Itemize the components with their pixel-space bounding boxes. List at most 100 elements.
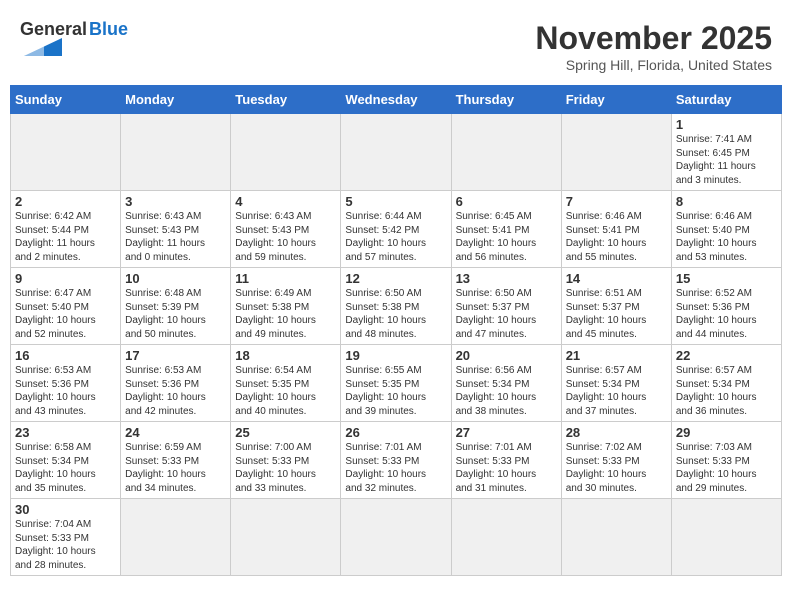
calendar-week-row: 30Sunrise: 7:04 AM Sunset: 5:33 PM Dayli… [11, 499, 782, 576]
calendar-cell: 19Sunrise: 6:55 AM Sunset: 5:35 PM Dayli… [341, 345, 451, 422]
day-info: Sunrise: 6:42 AM Sunset: 5:44 PM Dayligh… [15, 210, 116, 264]
day-info: Sunrise: 6:49 AM Sunset: 5:38 PM Dayligh… [235, 287, 336, 341]
day-info: Sunrise: 6:56 AM Sunset: 5:34 PM Dayligh… [456, 364, 557, 418]
day-number: 21 [566, 348, 667, 363]
calendar-cell: 1Sunrise: 7:41 AM Sunset: 6:45 PM Daylig… [671, 114, 781, 191]
calendar-cell: 13Sunrise: 6:50 AM Sunset: 5:37 PM Dayli… [451, 268, 561, 345]
day-info: Sunrise: 7:01 AM Sunset: 5:33 PM Dayligh… [345, 441, 446, 495]
day-info: Sunrise: 6:52 AM Sunset: 5:36 PM Dayligh… [676, 287, 777, 341]
calendar-cell: 8Sunrise: 6:46 AM Sunset: 5:40 PM Daylig… [671, 191, 781, 268]
calendar-cell: 4Sunrise: 6:43 AM Sunset: 5:43 PM Daylig… [231, 191, 341, 268]
day-number: 27 [456, 425, 557, 440]
day-number: 24 [125, 425, 226, 440]
column-header-wednesday: Wednesday [341, 86, 451, 114]
calendar-cell: 12Sunrise: 6:50 AM Sunset: 5:38 PM Dayli… [341, 268, 451, 345]
calendar: SundayMondayTuesdayWednesdayThursdayFrid… [10, 85, 782, 576]
day-info: Sunrise: 6:55 AM Sunset: 5:35 PM Dayligh… [345, 364, 446, 418]
calendar-header-row: SundayMondayTuesdayWednesdayThursdayFrid… [11, 86, 782, 114]
day-info: Sunrise: 7:00 AM Sunset: 5:33 PM Dayligh… [235, 441, 336, 495]
calendar-cell: 3Sunrise: 6:43 AM Sunset: 5:43 PM Daylig… [121, 191, 231, 268]
calendar-cell: 27Sunrise: 7:01 AM Sunset: 5:33 PM Dayli… [451, 422, 561, 499]
month-title: November 2025 [535, 20, 772, 57]
day-info: Sunrise: 6:47 AM Sunset: 5:40 PM Dayligh… [15, 287, 116, 341]
column-header-saturday: Saturday [671, 86, 781, 114]
day-info: Sunrise: 6:59 AM Sunset: 5:33 PM Dayligh… [125, 441, 226, 495]
day-number: 8 [676, 194, 777, 209]
day-info: Sunrise: 6:53 AM Sunset: 5:36 PM Dayligh… [15, 364, 116, 418]
calendar-cell: 18Sunrise: 6:54 AM Sunset: 5:35 PM Dayli… [231, 345, 341, 422]
day-info: Sunrise: 6:48 AM Sunset: 5:39 PM Dayligh… [125, 287, 226, 341]
day-number: 22 [676, 348, 777, 363]
calendar-cell [561, 499, 671, 576]
day-info: Sunrise: 6:51 AM Sunset: 5:37 PM Dayligh… [566, 287, 667, 341]
day-number: 25 [235, 425, 336, 440]
calendar-cell: 2Sunrise: 6:42 AM Sunset: 5:44 PM Daylig… [11, 191, 121, 268]
day-info: Sunrise: 7:01 AM Sunset: 5:33 PM Dayligh… [456, 441, 557, 495]
calendar-cell [341, 114, 451, 191]
calendar-cell [231, 114, 341, 191]
day-number: 2 [15, 194, 116, 209]
calendar-cell [121, 114, 231, 191]
day-info: Sunrise: 6:53 AM Sunset: 5:36 PM Dayligh… [125, 364, 226, 418]
day-info: Sunrise: 6:46 AM Sunset: 5:40 PM Dayligh… [676, 210, 777, 264]
day-number: 3 [125, 194, 226, 209]
calendar-cell [11, 114, 121, 191]
day-number: 5 [345, 194, 446, 209]
calendar-cell: 29Sunrise: 7:03 AM Sunset: 5:33 PM Dayli… [671, 422, 781, 499]
calendar-cell: 25Sunrise: 7:00 AM Sunset: 5:33 PM Dayli… [231, 422, 341, 499]
calendar-cell: 22Sunrise: 6:57 AM Sunset: 5:34 PM Dayli… [671, 345, 781, 422]
calendar-cell [341, 499, 451, 576]
day-info: Sunrise: 6:50 AM Sunset: 5:37 PM Dayligh… [456, 287, 557, 341]
calendar-cell: 17Sunrise: 6:53 AM Sunset: 5:36 PM Dayli… [121, 345, 231, 422]
calendar-cell: 20Sunrise: 6:56 AM Sunset: 5:34 PM Dayli… [451, 345, 561, 422]
calendar-cell: 24Sunrise: 6:59 AM Sunset: 5:33 PM Dayli… [121, 422, 231, 499]
calendar-cell [231, 499, 341, 576]
calendar-week-row: 1Sunrise: 7:41 AM Sunset: 6:45 PM Daylig… [11, 114, 782, 191]
day-info: Sunrise: 6:44 AM Sunset: 5:42 PM Dayligh… [345, 210, 446, 264]
day-number: 11 [235, 271, 336, 286]
day-number: 23 [15, 425, 116, 440]
calendar-cell: 16Sunrise: 6:53 AM Sunset: 5:36 PM Dayli… [11, 345, 121, 422]
calendar-cell [121, 499, 231, 576]
location: Spring Hill, Florida, United States [535, 57, 772, 73]
day-info: Sunrise: 6:57 AM Sunset: 5:34 PM Dayligh… [566, 364, 667, 418]
day-info: Sunrise: 6:45 AM Sunset: 5:41 PM Dayligh… [456, 210, 557, 264]
day-info: Sunrise: 6:58 AM Sunset: 5:34 PM Dayligh… [15, 441, 116, 495]
calendar-cell [671, 499, 781, 576]
calendar-week-row: 16Sunrise: 6:53 AM Sunset: 5:36 PM Dayli… [11, 345, 782, 422]
calendar-cell [451, 499, 561, 576]
day-info: Sunrise: 7:03 AM Sunset: 5:33 PM Dayligh… [676, 441, 777, 495]
calendar-cell: 10Sunrise: 6:48 AM Sunset: 5:39 PM Dayli… [121, 268, 231, 345]
day-number: 26 [345, 425, 446, 440]
day-number: 28 [566, 425, 667, 440]
day-number: 13 [456, 271, 557, 286]
day-number: 17 [125, 348, 226, 363]
day-info: Sunrise: 6:57 AM Sunset: 5:34 PM Dayligh… [676, 364, 777, 418]
day-info: Sunrise: 7:41 AM Sunset: 6:45 PM Dayligh… [676, 133, 777, 187]
logo: General Blue [20, 20, 128, 56]
day-number: 7 [566, 194, 667, 209]
calendar-cell [451, 114, 561, 191]
logo-blue-text: Blue [89, 20, 128, 40]
calendar-cell: 11Sunrise: 6:49 AM Sunset: 5:38 PM Dayli… [231, 268, 341, 345]
calendar-cell: 6Sunrise: 6:45 AM Sunset: 5:41 PM Daylig… [451, 191, 561, 268]
calendar-cell: 21Sunrise: 6:57 AM Sunset: 5:34 PM Dayli… [561, 345, 671, 422]
column-header-monday: Monday [121, 86, 231, 114]
day-number: 4 [235, 194, 336, 209]
day-number: 9 [15, 271, 116, 286]
day-info: Sunrise: 7:04 AM Sunset: 5:33 PM Dayligh… [15, 518, 116, 572]
calendar-cell: 5Sunrise: 6:44 AM Sunset: 5:42 PM Daylig… [341, 191, 451, 268]
day-number: 6 [456, 194, 557, 209]
column-header-sunday: Sunday [11, 86, 121, 114]
header: General Blue November 2025 Spring Hill, … [10, 10, 782, 81]
calendar-cell: 7Sunrise: 6:46 AM Sunset: 5:41 PM Daylig… [561, 191, 671, 268]
day-number: 19 [345, 348, 446, 363]
day-number: 15 [676, 271, 777, 286]
calendar-cell [561, 114, 671, 191]
title-block: November 2025 Spring Hill, Florida, Unit… [535, 20, 772, 73]
day-number: 12 [345, 271, 446, 286]
calendar-week-row: 2Sunrise: 6:42 AM Sunset: 5:44 PM Daylig… [11, 191, 782, 268]
day-number: 29 [676, 425, 777, 440]
day-info: Sunrise: 6:54 AM Sunset: 5:35 PM Dayligh… [235, 364, 336, 418]
day-number: 1 [676, 117, 777, 132]
